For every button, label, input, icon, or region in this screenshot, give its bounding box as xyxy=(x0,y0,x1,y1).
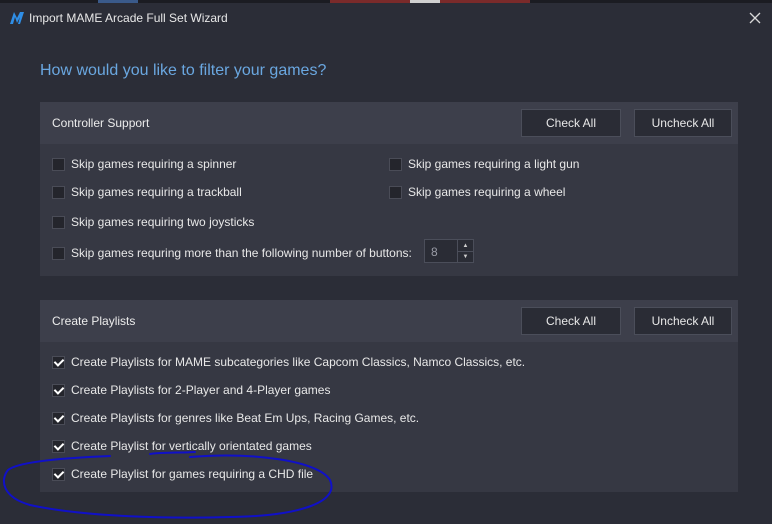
chevron-down-icon[interactable]: ▼ xyxy=(458,251,473,262)
option-label: Create Playlists for 2-Player and 4-Play… xyxy=(71,383,331,397)
option-label: Create Playlist for games requiring a CH… xyxy=(71,467,314,481)
checkbox[interactable] xyxy=(389,157,402,171)
create-playlists-header: Create Playlists Check All Uncheck All xyxy=(40,300,738,342)
option-skip-wheel[interactable]: Skip games requiring a wheel xyxy=(389,184,565,200)
option-playlists-chd[interactable]: Create Playlist for games requiring a CH… xyxy=(52,466,313,482)
checkbox[interactable] xyxy=(52,157,65,171)
option-label: Create Playlists for MAME subcategories … xyxy=(71,355,526,369)
launchbox-m-icon xyxy=(10,12,24,24)
checkbox[interactable] xyxy=(52,215,65,229)
close-icon[interactable] xyxy=(747,10,763,26)
option-skip-two-joysticks[interactable]: Skip games requiring two joysticks xyxy=(52,214,254,230)
checkbox[interactable] xyxy=(52,411,65,425)
option-label: Create Playlist for vertically orientate… xyxy=(71,439,312,453)
controller-support-title: Controller Support xyxy=(52,116,150,130)
create-playlists-panel: Create Playlists Check All Uncheck All C… xyxy=(40,300,738,492)
option-playlists-players[interactable]: Create Playlists for 2-Player and 4-Play… xyxy=(52,382,330,398)
option-label: Skip games requiring a trackball xyxy=(71,185,242,199)
option-skip-light-gun[interactable]: Skip games requiring a light gun xyxy=(389,156,579,172)
controller-support-panel: Controller Support Check All Uncheck All… xyxy=(40,102,738,276)
option-playlists-vertical[interactable]: Create Playlist for vertically orientate… xyxy=(52,438,312,454)
playlists-check-all-button[interactable]: Check All xyxy=(521,307,621,335)
option-skip-spinner[interactable]: Skip games requiring a spinner xyxy=(52,156,236,172)
controller-uncheck-all-button[interactable]: Uncheck All xyxy=(634,109,732,137)
window-title: Import MAME Arcade Full Set Wizard xyxy=(29,11,228,25)
controller-check-all-button[interactable]: Check All xyxy=(521,109,621,137)
option-label: Skip games requiring two joysticks xyxy=(71,215,255,229)
page-heading: How would you like to filter your games? xyxy=(40,62,327,79)
option-skip-button-count[interactable]: Skip games requring more than the follow… xyxy=(52,245,412,261)
checkbox[interactable] xyxy=(52,185,65,199)
checkbox[interactable] xyxy=(389,185,402,199)
create-playlists-title: Create Playlists xyxy=(52,314,136,328)
buttons-count-value[interactable]: 8 xyxy=(431,245,438,259)
option-label: Skip games requiring a wheel xyxy=(408,185,566,199)
checkbox[interactable] xyxy=(52,246,65,260)
playlists-uncheck-all-button[interactable]: Uncheck All xyxy=(634,307,732,335)
stepper-arrows: ▲ ▼ xyxy=(457,240,473,262)
option-label: Skip games requiring a spinner xyxy=(71,157,237,171)
checkbox[interactable] xyxy=(52,439,65,453)
checkbox[interactable] xyxy=(52,383,65,397)
option-playlists-subcategories[interactable]: Create Playlists for MAME subcategories … xyxy=(52,354,525,370)
option-skip-trackball[interactable]: Skip games requiring a trackball xyxy=(52,184,242,200)
buttons-count-stepper[interactable]: 8 ▲ ▼ xyxy=(424,239,474,263)
checkbox[interactable] xyxy=(52,467,65,481)
option-playlists-genres[interactable]: Create Playlists for genres like Beat Em… xyxy=(52,410,419,426)
controller-support-header: Controller Support Check All Uncheck All xyxy=(40,102,738,144)
option-label: Create Playlists for genres like Beat Em… xyxy=(71,411,420,425)
option-label: Skip games requiring a light gun xyxy=(408,157,580,171)
option-label: Skip games requring more than the follow… xyxy=(71,246,412,260)
checkbox[interactable] xyxy=(52,355,65,369)
title-bar: Import MAME Arcade Full Set Wizard xyxy=(0,3,772,33)
